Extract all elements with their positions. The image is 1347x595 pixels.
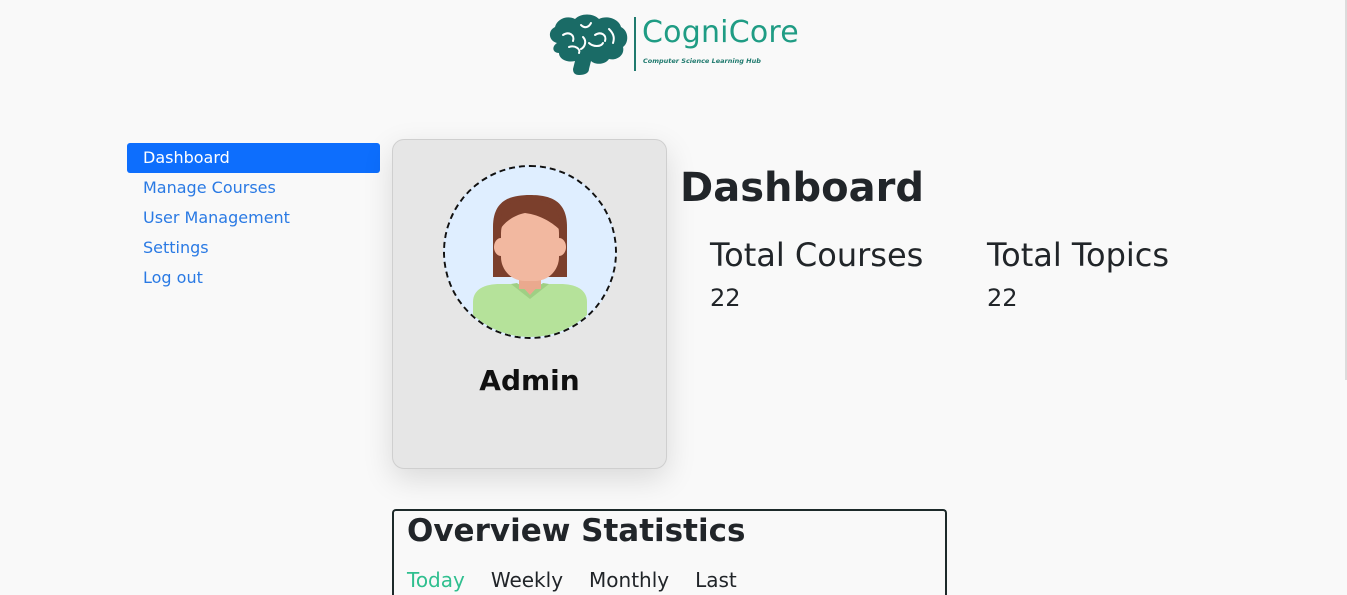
overview-statistics-panel: Overview Statistics Today Weekly Monthly… xyxy=(392,509,947,595)
stat-label: Total Courses xyxy=(710,236,924,274)
tab-weekly[interactable]: Weekly xyxy=(491,568,563,592)
female-user-avatar-icon xyxy=(445,167,615,337)
profile-name: Admin xyxy=(479,364,580,397)
sidebar-item-manage-courses[interactable]: Manage Courses xyxy=(127,173,380,203)
tab-last[interactable]: Last xyxy=(695,568,737,592)
brain-icon xyxy=(549,14,628,75)
tab-today[interactable]: Today xyxy=(407,568,465,592)
stat-total-topics: Total Topics 22 xyxy=(987,236,1207,312)
overview-title: Overview Statistics xyxy=(407,513,746,549)
stat-value: 22 xyxy=(710,284,741,312)
sidebar-item-settings[interactable]: Settings xyxy=(127,233,380,263)
stat-total-courses: Total Courses 22 xyxy=(710,236,930,312)
tab-monthly[interactable]: Monthly xyxy=(589,568,669,592)
stat-value: 22 xyxy=(987,284,1018,312)
stat-label: Total Topics xyxy=(987,236,1170,274)
sidebar-item-dashboard[interactable]: Dashboard xyxy=(127,143,380,173)
avatar xyxy=(443,165,617,339)
sidebar-item-user-management[interactable]: User Management xyxy=(127,203,380,233)
brand-name: CogniCore xyxy=(642,15,799,50)
brand-logo[interactable]: CogniCore Computer Science Learning Hub xyxy=(545,13,805,77)
profile-card: Admin xyxy=(392,139,667,469)
brand-tagline: Computer Science Learning Hub xyxy=(643,57,761,65)
page-title: Dashboard xyxy=(680,165,924,211)
sidebar-nav: Dashboard Manage Courses User Management… xyxy=(127,143,380,293)
sidebar-item-log-out[interactable]: Log out xyxy=(127,263,380,293)
logo-divider xyxy=(634,17,636,71)
overview-tabs: Today Weekly Monthly Last xyxy=(407,568,763,592)
